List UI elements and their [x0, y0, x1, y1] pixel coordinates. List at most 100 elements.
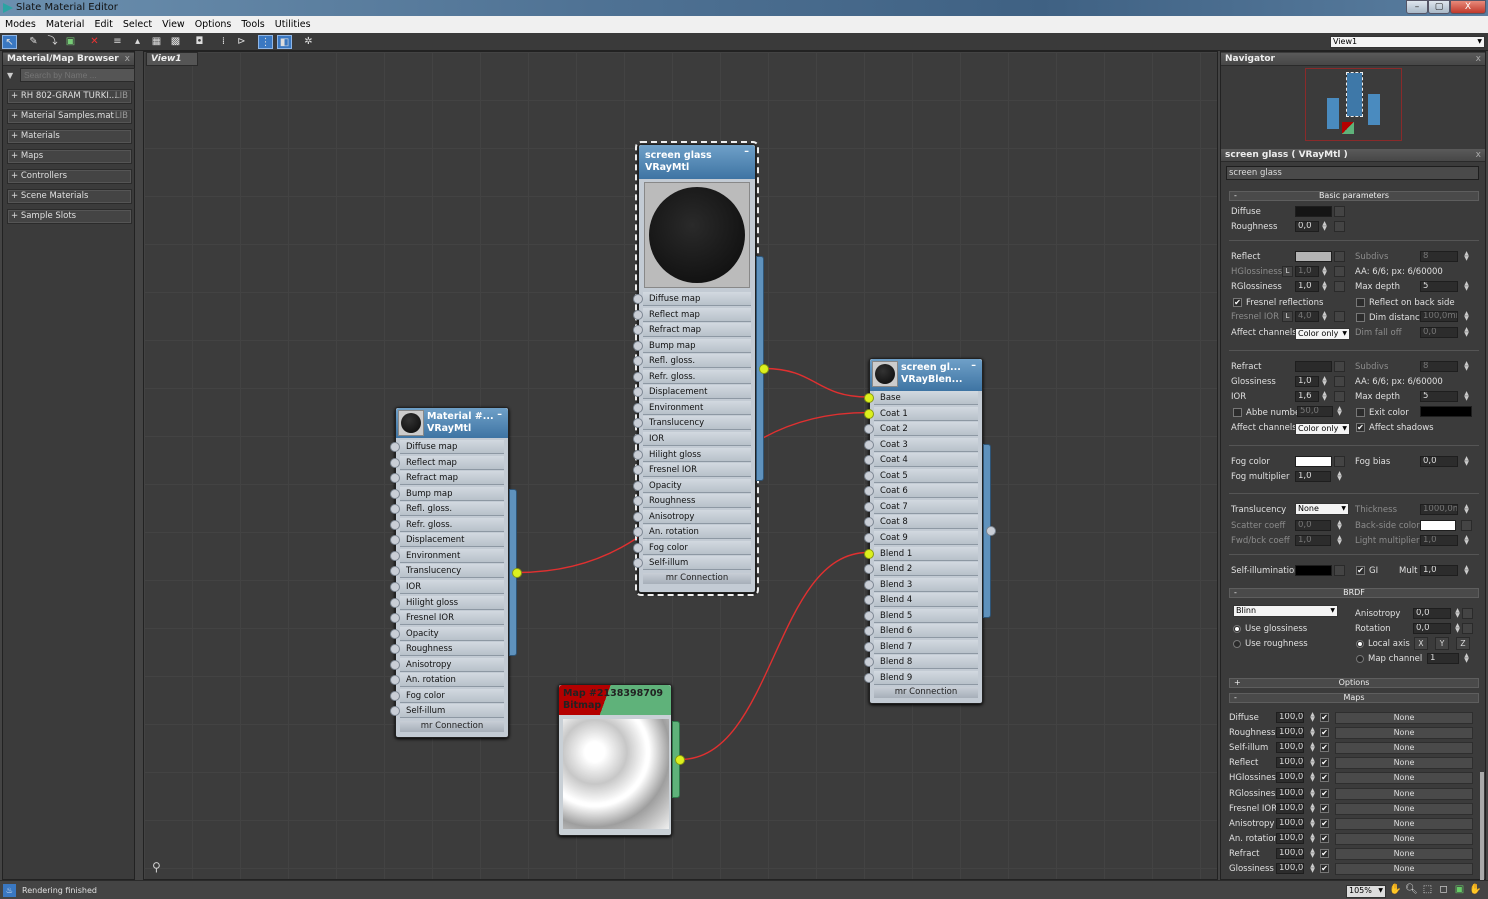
spinner[interactable]: ▲ ▼: [1454, 623, 1461, 634]
node-view-canvas[interactable]: ⚲ screen glass VRayMtl – Diffuse map Reflect…: [143, 51, 1218, 880]
input-socket[interactable]: [390, 644, 400, 655]
refract-max-depth-field[interactable]: 5: [1420, 391, 1458, 402]
menu-modes[interactable]: Modes: [0, 16, 41, 30]
node-input-slot[interactable]: IOR: [400, 579, 504, 594]
input-socket[interactable]: [390, 504, 400, 515]
node-input-slot[interactable]: Coat 9: [874, 530, 978, 545]
dim-falloff-field[interactable]: 0,0: [1420, 327, 1458, 338]
material-map-node-icon[interactable]: ⋮: [258, 35, 273, 49]
hide-unused-icon[interactable]: ▴: [130, 35, 145, 49]
spinner[interactable]: ▲ ▼: [1309, 727, 1316, 738]
input-socket[interactable]: [864, 672, 874, 683]
map-amount-field[interactable]: 100,0: [1276, 832, 1304, 844]
fog-multiplier-field[interactable]: 1,0: [1295, 471, 1331, 482]
axis-x-button[interactable]: X: [1414, 637, 1428, 650]
node-bitmap[interactable]: Map #2138398709 Bitmap: [558, 684, 672, 836]
input-socket[interactable]: [633, 527, 643, 538]
input-socket[interactable]: [864, 657, 874, 668]
node-input-slot[interactable]: Blend 5: [874, 608, 978, 623]
browser-item[interactable]: + Material Samples.mat LIB: [7, 109, 132, 124]
input-socket[interactable]: [390, 613, 400, 624]
input-socket[interactable]: [864, 393, 874, 403]
affect-channels-dropdown[interactable]: Color only: [1295, 328, 1350, 340]
node-input-slot[interactable]: IOR: [643, 431, 751, 446]
input-socket[interactable]: [633, 325, 643, 336]
node-input-slot[interactable]: An. rotation: [400, 673, 504, 688]
input-socket[interactable]: [633, 402, 643, 413]
input-socket[interactable]: [864, 517, 874, 528]
input-socket[interactable]: [864, 626, 874, 637]
input-socket[interactable]: [633, 418, 643, 429]
input-socket[interactable]: [864, 470, 874, 481]
node-input-slot[interactable]: Refr. gloss.: [643, 369, 751, 384]
map-enabled-checkbox[interactable]: ✔: [1320, 788, 1329, 798]
browser-item[interactable]: + Controllers: [7, 169, 132, 184]
refract-affect-channels-dropdown[interactable]: Color only: [1295, 423, 1350, 435]
reflect-map-button[interactable]: [1334, 251, 1345, 262]
node-input-slot[interactable]: Fog color: [643, 540, 751, 555]
node-input-slot[interactable]: Blend 9: [874, 670, 978, 685]
input-socket[interactable]: [864, 439, 874, 450]
local-axis-radio[interactable]: [1356, 640, 1364, 648]
node-input-slot[interactable]: Opacity: [643, 478, 751, 493]
node-input-slot[interactable]: Displacement: [400, 533, 504, 548]
input-socket[interactable]: [390, 706, 400, 717]
node-header[interactable]: Map #2138398709 Bitmap: [559, 685, 671, 715]
map-button[interactable]: None: [1335, 817, 1473, 830]
menu-options[interactable]: Options: [190, 16, 237, 30]
rollout-maps[interactable]: - Maps: [1229, 693, 1479, 703]
node-input-slot[interactable]: Environment: [643, 400, 751, 415]
output-socket[interactable]: [759, 363, 769, 374]
node-input-slot[interactable]: Diffuse map: [400, 440, 504, 454]
node-input-slot[interactable]: Self-illum: [643, 556, 751, 571]
pick-material-icon[interactable]: ✎: [26, 35, 41, 49]
put-to-scene-icon[interactable]: ⤵: [45, 35, 60, 49]
input-socket[interactable]: [390, 550, 400, 561]
abbe-field[interactable]: 50,0: [1297, 406, 1333, 417]
node-input-slot[interactable]: Refract map: [400, 471, 504, 486]
input-socket[interactable]: [864, 424, 874, 435]
node-input-slot[interactable]: Translucency: [400, 564, 504, 579]
minimize-node-icon[interactable]: –: [497, 409, 502, 421]
menu-material[interactable]: Material: [41, 16, 90, 30]
input-socket[interactable]: [633, 371, 643, 382]
scatter-field[interactable]: 0,0: [1295, 520, 1331, 531]
refract-map-button[interactable]: [1334, 361, 1345, 372]
scrollbar-thumb[interactable]: [1480, 772, 1484, 880]
map-button[interactable]: None: [1335, 787, 1473, 800]
diffuse-map-button[interactable]: [1334, 206, 1345, 217]
map-enabled-checkbox[interactable]: ✔: [1320, 713, 1329, 722]
translucency-dropdown[interactable]: None: [1295, 503, 1349, 515]
input-socket[interactable]: [390, 473, 400, 484]
backside-map-button[interactable]: [1461, 520, 1472, 531]
node-input-slot[interactable]: Refract map: [643, 323, 751, 338]
layout-all-icon[interactable]: ◘: [192, 35, 207, 49]
browser-item[interactable]: + RH 802-GRAM TURKI... LIB: [7, 89, 132, 104]
map-button[interactable]: None: [1335, 757, 1473, 770]
node-input-slot[interactable]: Reflect map: [643, 307, 751, 322]
map-amount-field[interactable]: 100,0: [1276, 863, 1304, 874]
input-socket[interactable]: [633, 294, 643, 304]
map-button[interactable]: None: [1335, 847, 1473, 860]
input-socket[interactable]: [864, 579, 874, 590]
spinner[interactable]: ▲ ▼: [1463, 653, 1470, 664]
pan-zoom-icon[interactable]: ✋: [1468, 883, 1483, 897]
input-socket[interactable]: [390, 566, 400, 577]
input-socket[interactable]: [390, 628, 400, 639]
wire[interactable]: [763, 367, 869, 398]
fog-color-swatch[interactable]: [1295, 456, 1332, 467]
reflect-swatch[interactable]: [1295, 251, 1332, 262]
roughness-map-button[interactable]: [1334, 221, 1345, 232]
node-input-slot[interactable]: Hilight gloss: [400, 595, 504, 610]
node-input-slot[interactable]: Anisotropy: [643, 509, 751, 524]
menu-select[interactable]: Select: [118, 16, 157, 30]
spinner[interactable]: ▲ ▼: [1463, 361, 1470, 372]
node-input-slot[interactable]: Displacement: [643, 385, 751, 400]
input-socket[interactable]: [390, 488, 400, 499]
spinner[interactable]: ▲ ▼: [1463, 565, 1470, 576]
map-enabled-checkbox[interactable]: ✔: [1320, 818, 1329, 828]
exit-color-checkbox[interactable]: [1356, 408, 1365, 417]
spinner[interactable]: ▲ ▼: [1309, 863, 1316, 874]
fwd-bck-field[interactable]: 1,0: [1295, 535, 1331, 546]
assign-material-icon[interactable]: ▣: [63, 35, 78, 49]
